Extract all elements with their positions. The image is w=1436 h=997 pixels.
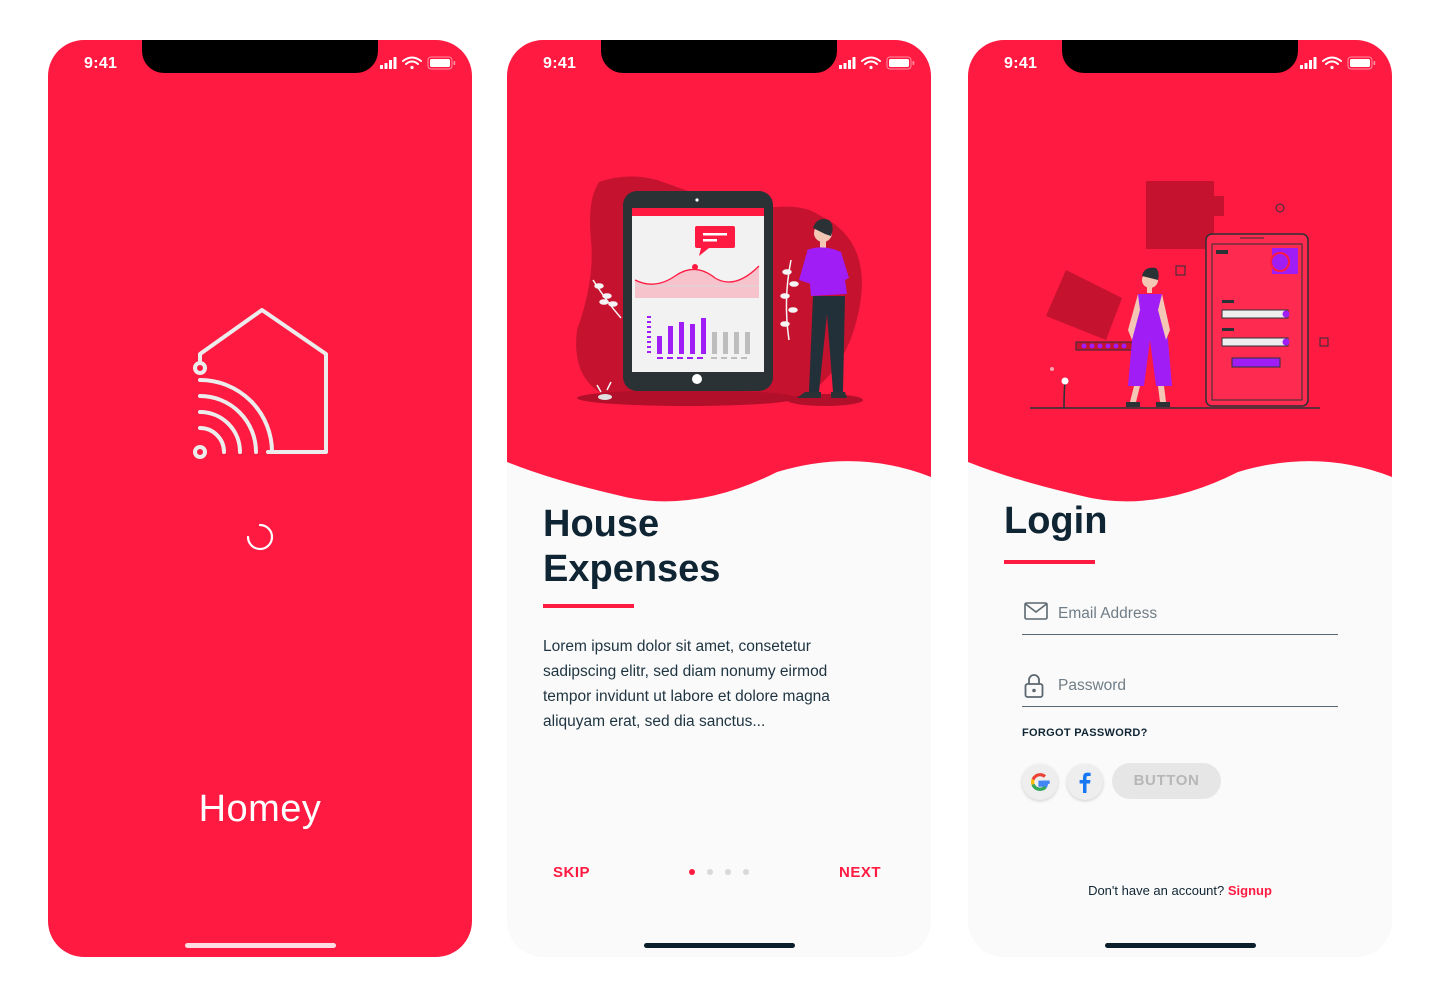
title-underline	[543, 604, 634, 608]
status-icons	[839, 56, 915, 70]
wifi-icon	[402, 56, 422, 70]
battery-icon	[427, 56, 456, 70]
login-screen: Login Email Address Password FORGOT PASS…	[968, 40, 1392, 957]
notch	[142, 40, 378, 73]
home-indicator	[1105, 943, 1256, 948]
spinner-icon	[246, 523, 274, 551]
login-title: Login	[1004, 500, 1108, 542]
title-line-2: Expenses	[543, 548, 721, 590]
onboarding-description: Lorem ipsum dolor sit amet, consetetur s…	[543, 638, 830, 730]
app-name: Homey	[198, 788, 322, 830]
page-dot[interactable]	[743, 869, 749, 875]
google-icon	[1031, 773, 1050, 791]
page-dot[interactable]	[689, 869, 695, 875]
onboarding-screen: House Expenses Lorem ipsum dolor sit ame…	[507, 40, 931, 957]
home-indicator	[644, 943, 795, 948]
onboarding-title: House Expenses	[543, 502, 720, 592]
battery-icon	[886, 56, 915, 70]
status-time: 9:41	[543, 55, 577, 72]
password-placeholder: Password	[1058, 677, 1127, 694]
email-field[interactable]: Email Address	[1022, 588, 1338, 635]
hero-illustration	[968, 40, 1392, 502]
facebook-icon	[1079, 772, 1091, 793]
lock-icon	[1024, 674, 1044, 698]
notch	[601, 40, 837, 73]
signup-prompt: Don't have an account? Signup	[968, 883, 1392, 898]
title-line-1: House	[543, 503, 660, 545]
status-time: 9:41	[84, 55, 118, 72]
no-account-text: Don't have an account?	[1088, 883, 1225, 898]
title-underline	[1004, 560, 1095, 564]
battery-icon	[1347, 56, 1376, 70]
signal-icon	[839, 57, 856, 69]
wifi-icon	[861, 56, 881, 70]
forgot-password-link[interactable]: FORGOT PASSWORD?	[1022, 727, 1148, 739]
mail-icon	[1024, 602, 1048, 620]
home-wifi-logo-icon	[193, 308, 328, 459]
signal-icon	[380, 57, 397, 69]
page-dot[interactable]	[725, 869, 731, 875]
hero-illustration	[507, 40, 931, 502]
skip-button[interactable]: SKIP	[553, 864, 590, 881]
wifi-icon	[1322, 56, 1342, 70]
next-button[interactable]: NEXT	[839, 864, 881, 881]
page-dot[interactable]	[707, 869, 713, 875]
status-time: 9:41	[1004, 55, 1038, 72]
signal-icon	[1300, 57, 1317, 69]
google-login-button[interactable]	[1022, 764, 1058, 800]
signup-link[interactable]: Signup	[1228, 883, 1272, 898]
facebook-login-button[interactable]	[1067, 764, 1103, 800]
password-field[interactable]: Password	[1022, 660, 1338, 707]
notch	[1062, 40, 1298, 73]
page-indicator[interactable]	[689, 869, 749, 875]
status-icons	[1300, 56, 1376, 70]
email-placeholder: Email Address	[1058, 605, 1158, 622]
home-indicator	[185, 943, 336, 948]
disabled-button[interactable]: BUTTON	[1112, 763, 1221, 799]
status-icons	[380, 56, 456, 70]
splash-screen: 9:41 Homey	[48, 40, 472, 957]
